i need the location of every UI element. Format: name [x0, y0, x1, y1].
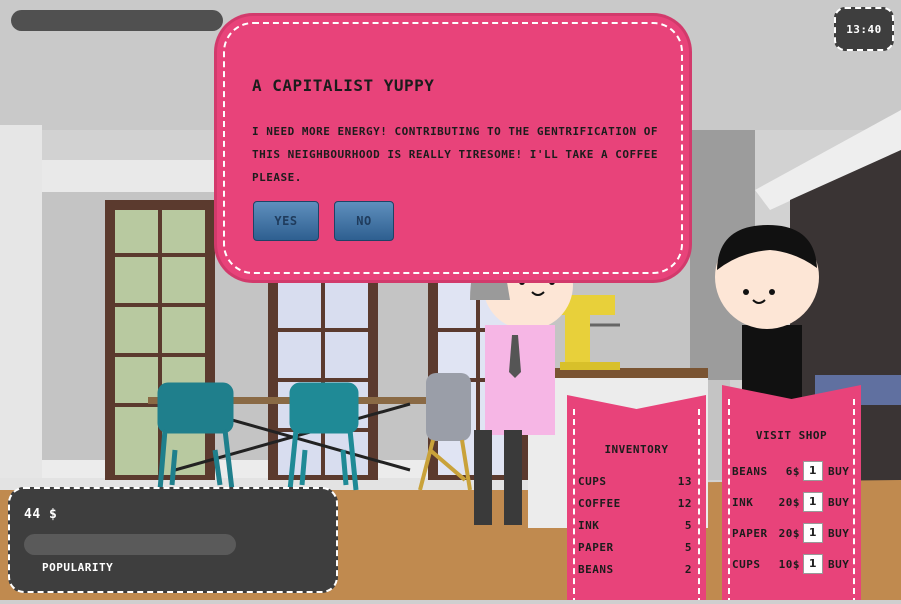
- no-button[interactable]: NO: [334, 201, 394, 241]
- shop-panel: VISIT SHOP BEANS 6$ 1 BUY INK 20$ 1 BUY …: [722, 385, 861, 600]
- quantity-input[interactable]: 1: [803, 461, 823, 481]
- inventory-item-count: 5: [684, 519, 692, 532]
- shop-item-name: PAPER: [732, 526, 768, 540]
- shop-item-price: 20$: [778, 526, 800, 540]
- inventory-row: INK 5: [578, 519, 692, 532]
- inventory-item-name: BEANS: [578, 563, 614, 576]
- shop-row: CUPS 10$ 1 BUY: [732, 554, 858, 574]
- shop-item-price: 20$: [778, 495, 800, 509]
- dialog-title: A CAPITALIST YUPPY: [252, 76, 435, 95]
- inventory-item-name: COFFEE: [578, 497, 621, 510]
- shop-item-name: CUPS: [732, 557, 761, 571]
- quantity-input[interactable]: 1: [803, 492, 823, 512]
- inventory-item-name: PAPER: [578, 541, 614, 554]
- inventory-item-count: 12: [677, 497, 692, 510]
- inventory-title: INVENTORY: [604, 443, 669, 456]
- quantity-input[interactable]: 1: [803, 554, 823, 574]
- buy-button[interactable]: BUY: [828, 496, 849, 509]
- inventory-panel: INVENTORY CUPS 13 COFFEE 12 INK 5 PAPER …: [567, 395, 706, 600]
- window-middle: [268, 270, 378, 480]
- window-left: [105, 200, 215, 480]
- inventory-row: COFFEE 12: [578, 497, 692, 510]
- inventory-item-count: 2: [684, 563, 692, 576]
- shop-row: INK 20$ 1 BUY: [732, 492, 858, 512]
- quantity-input[interactable]: 1: [803, 523, 823, 543]
- shop-item-price: 10$: [778, 557, 800, 571]
- popularity-label: POPULARITY: [42, 561, 114, 574]
- inventory-item-count: 5: [684, 541, 692, 554]
- progress-bar: [11, 10, 223, 31]
- inventory-row: CUPS 13: [578, 475, 692, 488]
- money-amount: 44 $: [24, 507, 58, 522]
- clock-time: 13:40: [846, 22, 882, 36]
- shop-row: PAPER 20$ 1 BUY: [732, 523, 858, 543]
- customer-dialog: A CAPITALIST YUPPY I NEED MORE ENERGY! C…: [217, 16, 689, 280]
- dialog-message: I NEED MORE ENERGY! CONTRIBUTING TO THE …: [252, 125, 658, 184]
- shop-row: BEANS 6$ 1 BUY: [732, 461, 858, 481]
- shop-title: VISIT SHOP: [755, 429, 828, 442]
- inventory-item-name: CUPS: [578, 475, 607, 488]
- shop-item-name: INK: [732, 495, 754, 509]
- stats-panel: 44 $ POPULARITY: [8, 487, 338, 593]
- inventory-item-name: INK: [578, 519, 600, 532]
- buy-button[interactable]: BUY: [828, 527, 849, 540]
- shop-item-name: BEANS: [732, 464, 768, 478]
- inventory-item-count: 13: [677, 475, 692, 488]
- inventory-row: PAPER 5: [578, 541, 692, 554]
- clock-display: 13:40: [834, 7, 894, 51]
- inventory-row: BEANS 2: [578, 563, 692, 576]
- shop-item-price: 6$: [785, 464, 800, 478]
- yes-button[interactable]: YES: [253, 201, 319, 241]
- popularity-bar: [24, 534, 236, 555]
- buy-button[interactable]: BUY: [828, 558, 849, 571]
- buy-button[interactable]: BUY: [828, 465, 849, 478]
